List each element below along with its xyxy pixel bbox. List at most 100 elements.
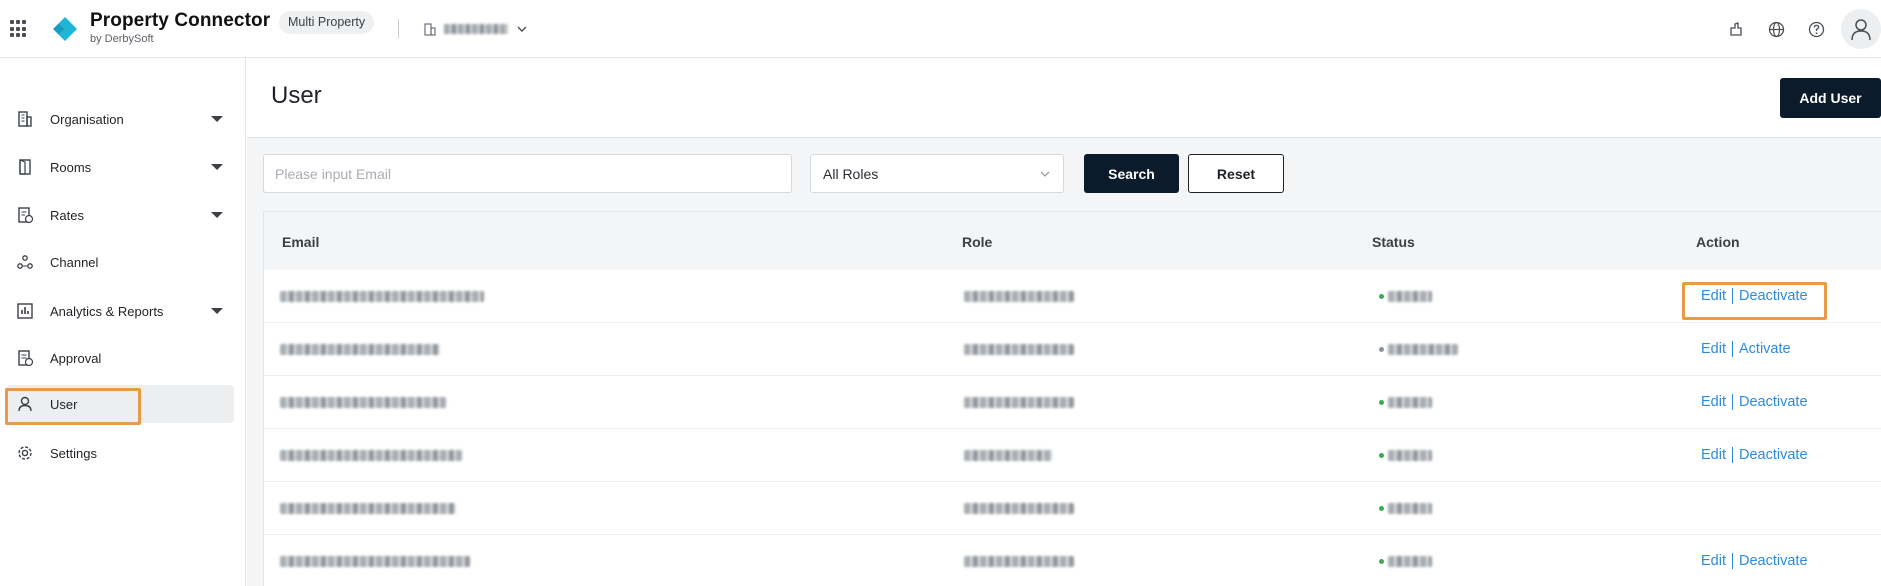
caret-down-icon <box>211 212 223 218</box>
page-header: User Add User <box>247 58 1881 138</box>
search-button[interactable]: Search <box>1084 154 1179 193</box>
building-icon <box>424 22 436 36</box>
table-row: Edit Activate <box>264 323 1881 376</box>
edit-link[interactable]: Edit <box>1701 394 1726 410</box>
apps-grid-icon[interactable] <box>10 20 28 38</box>
app-subtitle: by DerbySoft <box>90 33 154 45</box>
edit-link[interactable]: Edit <box>1701 288 1726 304</box>
role-redacted <box>964 556 1074 567</box>
property-name-redacted <box>444 24 508 34</box>
role-redacted <box>964 450 1052 461</box>
sidebar-item-channel[interactable]: Channel <box>6 243 234 281</box>
sidebar-item-rooms[interactable]: Rooms <box>6 148 234 186</box>
sidebar-item-label: Channel <box>50 254 99 270</box>
role-redacted <box>964 397 1074 408</box>
page-title: User <box>271 82 322 109</box>
reset-button[interactable]: Reset <box>1188 154 1284 193</box>
table-header: Email Role Status Action <box>264 212 1881 270</box>
door-icon <box>19 159 31 175</box>
row-actions: Edit Activate <box>1701 341 1791 357</box>
edit-link[interactable]: Edit <box>1701 447 1726 463</box>
sidebar-item-label: Analytics & Reports <box>50 303 164 319</box>
approval-icon <box>18 350 34 367</box>
main-content: User Add User All Roles Search Reset Ema… <box>247 58 1881 586</box>
sidebar-item-label: Organisation <box>50 111 124 127</box>
deactivate-link[interactable]: Deactivate <box>1739 394 1808 410</box>
sidebar-item-settings[interactable]: Settings <box>6 434 234 472</box>
deactivate-link[interactable]: Deactivate <box>1739 288 1808 304</box>
status-redacted <box>1388 450 1432 461</box>
sidebar-item-approval[interactable]: Approval <box>6 339 234 377</box>
separator <box>1732 394 1733 410</box>
sidebar-item-label: Settings <box>50 445 97 461</box>
top-icons <box>1707 0 1881 58</box>
add-user-button[interactable]: Add User <box>1780 78 1881 118</box>
email-redacted <box>280 556 470 567</box>
help-icon[interactable] <box>1805 18 1827 40</box>
column-header-role: Role <box>962 234 993 250</box>
activate-link[interactable]: Activate <box>1739 341 1791 357</box>
row-actions: Edit Deactivate <box>1701 447 1808 463</box>
sidebar-item-label: Rates <box>50 207 84 223</box>
sidebar: Organisation Rooms Rates Channel Analyti… <box>0 58 246 586</box>
status-dot <box>1379 400 1384 405</box>
role-select[interactable]: All Roles <box>810 154 1064 193</box>
status-redacted <box>1388 344 1458 355</box>
divider <box>398 19 399 38</box>
users-table: Email Role Status Action Edit Deactivate … <box>263 211 1881 586</box>
email-redacted <box>280 397 446 408</box>
column-header-action: Action <box>1696 234 1740 250</box>
status-redacted <box>1388 503 1432 514</box>
caret-down-icon <box>211 308 223 314</box>
deactivate-link[interactable]: Deactivate <box>1739 553 1808 569</box>
column-header-status: Status <box>1372 234 1415 250</box>
role-redacted <box>964 291 1074 302</box>
email-redacted <box>280 450 462 461</box>
status-dot <box>1379 506 1384 511</box>
separator <box>1732 447 1733 463</box>
sidebar-item-user[interactable]: User <box>6 385 234 423</box>
top-bar: Property Connector by DerbySoft Multi Pr… <box>0 0 1881 58</box>
table-row: Edit Deactivate <box>264 376 1881 429</box>
edit-link[interactable]: Edit <box>1701 341 1726 357</box>
analytics-icon <box>17 303 33 319</box>
user-avatar[interactable] <box>1841 9 1881 49</box>
caret-down-icon <box>211 164 223 170</box>
column-header-email: Email <box>282 234 320 250</box>
user-icon <box>1851 19 1871 41</box>
notification-icon[interactable] <box>1725 18 1747 40</box>
table-row: Edit Deactivate <box>264 270 1881 323</box>
gear-icon <box>18 446 32 460</box>
chevron-down-icon <box>1040 171 1050 177</box>
status-dot <box>1379 294 1384 299</box>
role-select-value: All Roles <box>823 165 879 182</box>
logo-icon <box>53 17 77 41</box>
separator <box>1732 553 1733 569</box>
status-dot <box>1379 559 1384 564</box>
status-redacted <box>1388 291 1432 302</box>
status-redacted <box>1388 556 1432 567</box>
role-redacted <box>964 344 1074 355</box>
edit-link[interactable]: Edit <box>1701 553 1726 569</box>
property-selector[interactable] <box>424 20 528 38</box>
sidebar-item-label: Approval <box>50 350 102 366</box>
row-actions: Edit Deactivate <box>1701 394 1808 410</box>
globe-icon[interactable] <box>1765 18 1787 40</box>
email-redacted <box>280 344 440 355</box>
email-redacted <box>280 503 456 514</box>
scope-badge: Multi Property <box>279 11 375 34</box>
user-icon <box>18 396 32 412</box>
row-actions: Edit Deactivate <box>1701 553 1808 569</box>
sidebar-item-analytics-reports[interactable]: Analytics & Reports <box>6 292 234 330</box>
rates-icon <box>18 207 34 224</box>
table-row: Edit Deactivate <box>264 429 1881 482</box>
sidebar-item-rates[interactable]: Rates <box>6 196 234 234</box>
building-icon <box>18 111 32 127</box>
deactivate-link[interactable]: Deactivate <box>1739 447 1808 463</box>
table-row: Edit Deactivate <box>264 535 1881 586</box>
app-title: Property Connector <box>90 10 271 31</box>
status-dot <box>1379 453 1384 458</box>
sidebar-item-organisation[interactable]: Organisation <box>6 100 234 138</box>
sidebar-item-label: Rooms <box>50 159 92 175</box>
email-search-input[interactable] <box>263 154 792 193</box>
